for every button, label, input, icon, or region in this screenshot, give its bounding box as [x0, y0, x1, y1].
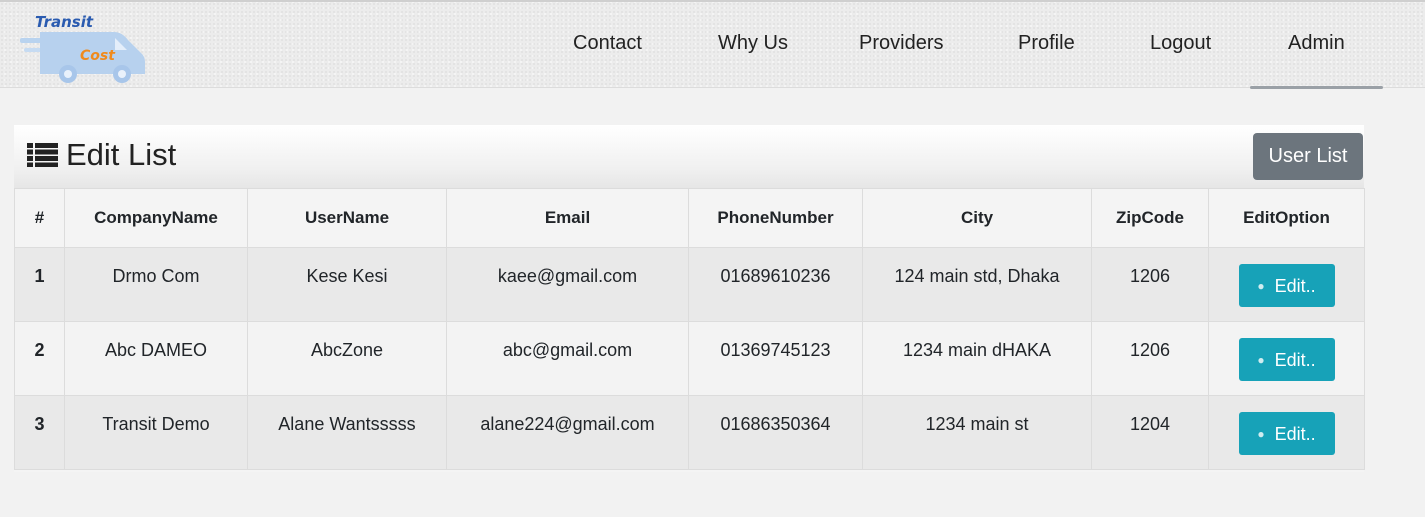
- edit-list-card: Edit List User List # CompanyName UserNa…: [14, 125, 1365, 472]
- cell-city: 124 main std, Dhaka: [862, 247, 1092, 322]
- column-header-zip: ZipCode: [1091, 188, 1209, 248]
- bullet-icon: ●: [1257, 353, 1265, 367]
- edit-button-label: Edit..: [1274, 350, 1316, 370]
- active-nav-indicator: [1250, 86, 1383, 89]
- cell-phone: 01686350364: [688, 395, 863, 470]
- top-navbar: Transit Cost Contact Why Us Providers Pr…: [0, 0, 1425, 90]
- edit-button-label: Edit..: [1274, 276, 1316, 296]
- cell-edit: ● Edit..: [1208, 321, 1365, 396]
- table-row: 3 Transit Demo Alane Wantsssss alane224@…: [14, 395, 1365, 470]
- table-header-row: # CompanyName UserName Email PhoneNumber…: [14, 188, 1365, 248]
- row-index: 3: [14, 395, 65, 470]
- column-header-username: UserName: [247, 188, 447, 248]
- nav-profile[interactable]: Profile: [1018, 32, 1075, 55]
- edit-button[interactable]: ● Edit..: [1238, 412, 1335, 455]
- cell-city: 1234 main st: [862, 395, 1092, 470]
- cell-email: kaee@gmail.com: [446, 247, 689, 322]
- page-title: Edit List: [66, 137, 177, 172]
- nav-logout[interactable]: Logout: [1150, 32, 1211, 55]
- cell-company: Drmo Com: [64, 247, 248, 322]
- table-row: 2 Abc DAMEO AbcZone abc@gmail.com 013697…: [14, 321, 1365, 396]
- list-icon: [27, 143, 58, 167]
- nav-why-us[interactable]: Why Us: [718, 32, 788, 55]
- column-header-city: City: [862, 188, 1092, 248]
- cell-phone: 01689610236: [688, 247, 863, 322]
- column-header-phone: PhoneNumber: [688, 188, 863, 248]
- column-header-edit: EditOption: [1208, 188, 1365, 248]
- edit-button-label: Edit..: [1274, 424, 1316, 444]
- cell-company: Transit Demo: [64, 395, 248, 470]
- nav-contact[interactable]: Contact: [573, 32, 642, 55]
- row-index: 2: [14, 321, 65, 396]
- card-header: Edit List User List: [14, 125, 1364, 189]
- edit-button[interactable]: ● Edit..: [1238, 264, 1335, 307]
- cell-email: abc@gmail.com: [446, 321, 689, 396]
- user-list-button[interactable]: User List: [1253, 133, 1363, 180]
- edit-list-table: # CompanyName UserName Email PhoneNumber…: [14, 188, 1365, 470]
- cell-email: alane224@gmail.com: [446, 395, 689, 470]
- cell-company: Abc DAMEO: [64, 321, 248, 396]
- row-index: 1: [14, 247, 65, 322]
- cell-username: AbcZone: [247, 321, 447, 396]
- cell-city: 1234 main dHAKA: [862, 321, 1092, 396]
- cell-zip: 1206: [1091, 321, 1209, 396]
- table-row: 1 Drmo Com Kese Kesi kaee@gmail.com 0168…: [14, 247, 1365, 322]
- cell-zip: 1204: [1091, 395, 1209, 470]
- cell-phone: 01369745123: [688, 321, 863, 396]
- edit-button[interactable]: ● Edit..: [1238, 338, 1335, 381]
- cell-edit: ● Edit..: [1208, 247, 1365, 322]
- cell-edit: ● Edit..: [1208, 395, 1365, 470]
- column-header-email: Email: [446, 188, 689, 248]
- column-header-index: #: [14, 188, 65, 248]
- nav-providers[interactable]: Providers: [859, 32, 943, 55]
- bullet-icon: ●: [1257, 427, 1265, 441]
- cell-username: Kese Kesi: [247, 247, 447, 322]
- bullet-icon: ●: [1257, 279, 1265, 293]
- cell-zip: 1206: [1091, 247, 1209, 322]
- column-header-company: CompanyName: [64, 188, 248, 248]
- nav-admin[interactable]: Admin: [1288, 32, 1345, 55]
- cell-username: Alane Wantsssss: [247, 395, 447, 470]
- main-nav: Contact Why Us Providers Profile Logout …: [0, 2, 1425, 90]
